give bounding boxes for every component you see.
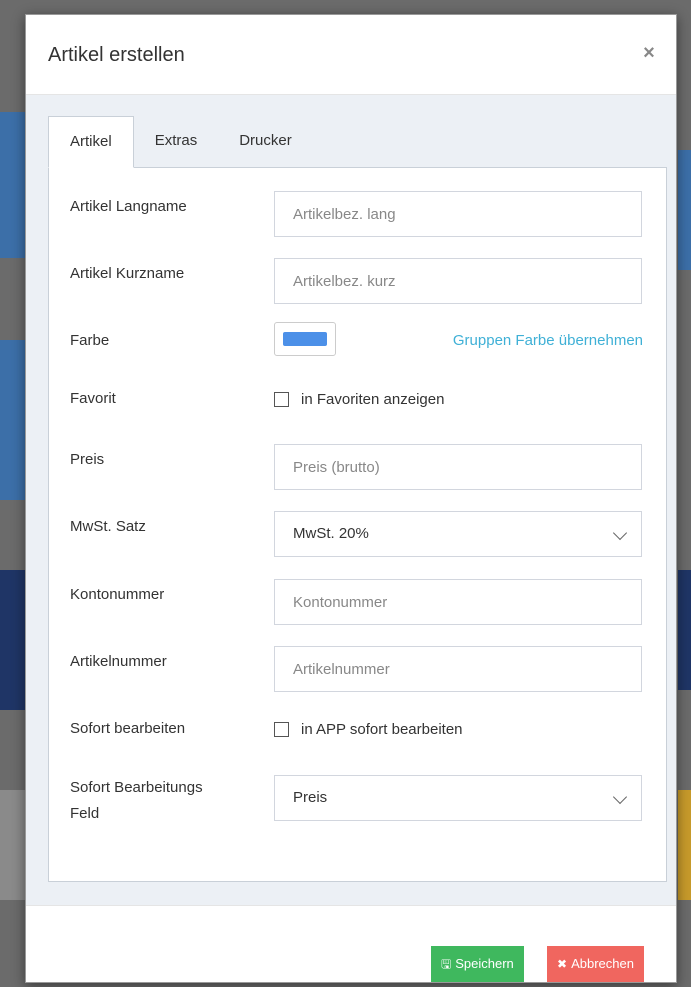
modal-footer: 🖫 Speichern ✖ Abbrechen	[26, 905, 676, 982]
tab-artikel[interactable]: Artikel	[48, 116, 134, 168]
kurzname-label: Artikel Kurzname	[70, 265, 185, 282]
langname-input[interactable]	[274, 191, 642, 237]
background-tile	[0, 340, 25, 500]
mwst-label: MwSt. Satz	[70, 518, 146, 535]
sofort-checkbox-label: in APP sofort bearbeiten	[301, 720, 463, 738]
use-group-color-link[interactable]: Gruppen Farbe übernehmen	[453, 328, 643, 354]
farbe-label: Farbe	[70, 332, 110, 349]
sofort-feld-selected-value: Preis	[293, 789, 328, 806]
sofort-checkbox[interactable]	[274, 721, 289, 737]
background-tile	[0, 112, 25, 258]
langname-label: Artikel Langname	[70, 198, 187, 215]
sofort-feld-label: Sofort Bearbeitungs Feld	[70, 775, 203, 827]
background-tile	[0, 790, 25, 900]
tab-bar: Artikel Extras Drucker	[48, 116, 313, 168]
sofort-checkbox-wrap[interactable]: in APP sofort bearbeiten	[274, 716, 463, 742]
chevron-down-icon	[612, 789, 628, 805]
sofort-feld-label-line1: Sofort Bearbeitungs	[70, 779, 203, 796]
save-button-label: Speichern	[455, 956, 514, 971]
artikelnummer-label: Artikelnummer	[70, 653, 167, 670]
close-icon[interactable]: ×	[638, 41, 660, 65]
preis-label: Preis	[70, 451, 105, 468]
mwst-selected-value: MwSt. 20%	[293, 525, 369, 542]
tab-panel-artikel: Artikel Langname Artikel Kurzname Farbe …	[48, 167, 667, 882]
sofort-label: Sofort bearbeiten	[70, 720, 186, 737]
favorit-label: Favorit	[70, 390, 116, 407]
kontonummer-label: Kontonummer	[70, 586, 165, 603]
artikelnummer-input[interactable]	[274, 646, 642, 692]
favorit-checkbox[interactable]	[274, 391, 289, 407]
favorit-checkbox-wrap[interactable]: in Favoriten anzeigen	[274, 386, 444, 412]
modal-body: Artikel Extras Drucker Artikel Langname …	[26, 95, 676, 905]
sofort-feld-select[interactable]: Preis	[274, 775, 642, 821]
modal-title: Artikel erstellen	[48, 44, 185, 66]
create-article-modal: Artikel erstellen × Artikel Extras Druck…	[25, 14, 677, 983]
cancel-button[interactable]: ✖ Abbrechen	[547, 946, 644, 982]
tab-drucker[interactable]: Drucker	[218, 116, 313, 168]
kontonummer-input[interactable]	[274, 579, 642, 625]
sofort-feld-label-line2: Feld	[70, 805, 100, 822]
color-swatch	[283, 332, 327, 346]
background-tile	[0, 570, 25, 710]
floppy-disk-icon: 🖫	[441, 957, 452, 971]
modal-header: Artikel erstellen ×	[26, 15, 676, 95]
favorit-checkbox-label: in Favoriten anzeigen	[301, 390, 445, 408]
tab-extras[interactable]: Extras	[134, 116, 219, 168]
chevron-down-icon	[612, 525, 628, 541]
preis-input[interactable]	[274, 444, 642, 490]
save-button[interactable]: 🖫 Speichern	[431, 946, 524, 982]
color-picker-button[interactable]	[274, 322, 336, 356]
kurzname-input[interactable]	[274, 258, 642, 304]
background-tile	[678, 150, 691, 270]
mwst-select[interactable]: MwSt. 20%	[274, 511, 642, 557]
background-tile	[678, 570, 691, 690]
cancel-button-label: Abbrechen	[571, 956, 634, 971]
background-tile	[678, 790, 691, 900]
close-icon: ✖	[557, 957, 568, 971]
